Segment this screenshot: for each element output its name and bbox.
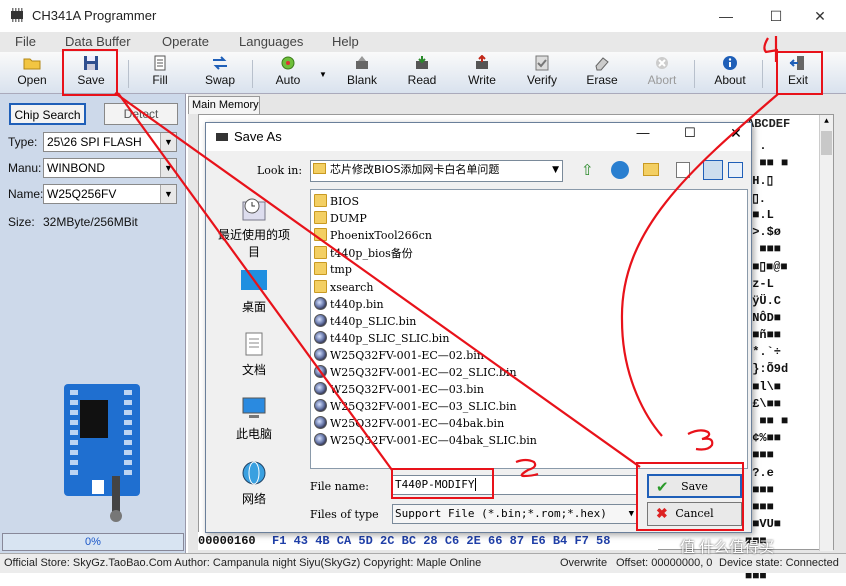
annotation-lines bbox=[114, 36, 779, 478]
